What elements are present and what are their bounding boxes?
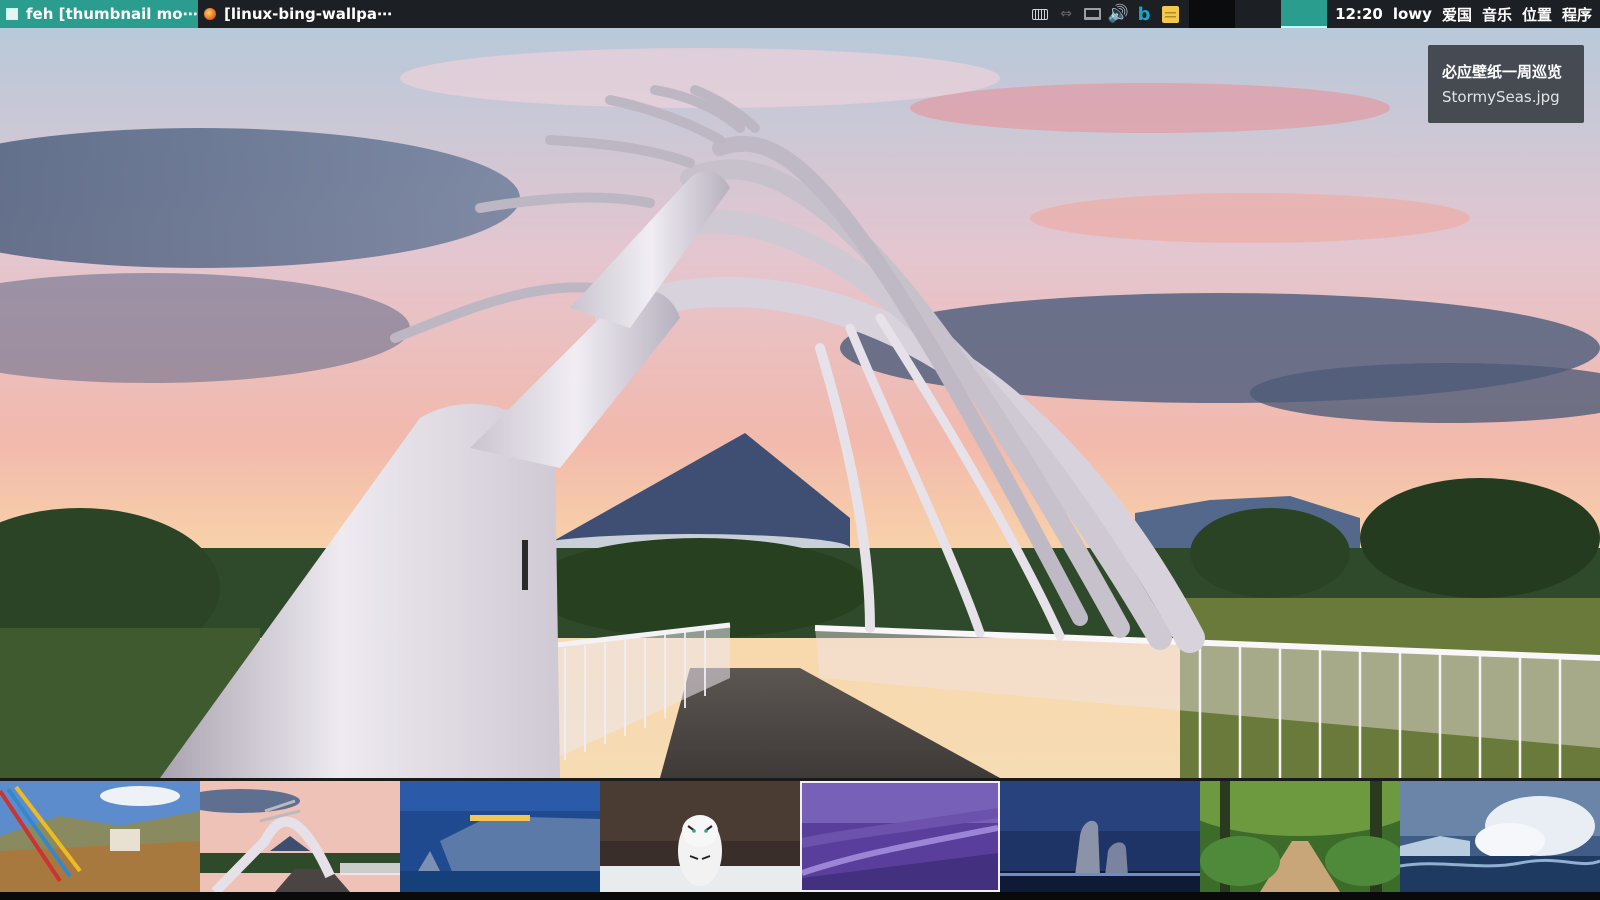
- workspace-2[interactable]: [1235, 0, 1282, 28]
- taskbar-item-label: [linux-bing-wallpa⋯: [224, 5, 392, 23]
- system-tray: ⇔ 🔊 b: [1027, 0, 1183, 28]
- workspace-3-active[interactable]: [1281, 0, 1328, 28]
- notification-body: StormySeas.jpg: [1442, 88, 1560, 106]
- thumbnail-prayer-flags-monastery[interactable]: [0, 781, 200, 892]
- taskbar-item-label: feh [thumbnail mo⋯: [26, 5, 198, 23]
- notification-popup[interactable]: 必应壁纸一周巡览 StormySeas.jpg: [1428, 45, 1584, 123]
- menu-places[interactable]: 位置: [1522, 4, 1552, 25]
- bing-icon[interactable]: b: [1133, 0, 1155, 28]
- thumbnail-coastal-cliffs-town[interactable]: [400, 781, 600, 892]
- workspace-1[interactable]: [1189, 0, 1236, 28]
- keyboard-icon[interactable]: [1029, 0, 1051, 28]
- top-panel: feh [thumbnail mo⋯ [linux-bing-wallpa⋯ ⇔…: [0, 0, 1600, 28]
- notification-title: 必应壁纸一周巡览: [1442, 63, 1563, 81]
- thumbnail-strip: [0, 778, 1600, 892]
- monitor-icon[interactable]: [1081, 0, 1103, 28]
- thumbnail-image: [1000, 781, 1200, 892]
- clock[interactable]: 12:20: [1335, 5, 1383, 23]
- thumbnail-image: [400, 781, 600, 892]
- thumbnail-image: [0, 781, 200, 892]
- network-arrows-icon[interactable]: ⇔: [1055, 0, 1077, 28]
- workspace-pager: [1189, 0, 1328, 28]
- bottom-edge: [0, 892, 1600, 900]
- thumbnail-image: [1200, 781, 1400, 892]
- taskbar-item-feh[interactable]: feh [thumbnail mo⋯: [0, 0, 198, 28]
- thumbnail-kelpies-horse-sculptures[interactable]: [1000, 781, 1200, 892]
- user-name[interactable]: lowy: [1393, 5, 1432, 23]
- wallpaper-image: [0, 28, 1600, 778]
- menu-patriotic[interactable]: 爱国: [1442, 4, 1472, 25]
- terminal-icon: [6, 8, 18, 20]
- menu-programs[interactable]: 程序: [1562, 4, 1592, 25]
- thumbnail-white-tiger-snow[interactable]: [600, 781, 800, 892]
- thumbnail-purple-aerial-valley[interactable]: [800, 781, 1000, 892]
- thumbnail-image: [1400, 781, 1600, 892]
- thumbnail-white-bridge-mountain[interactable]: [200, 781, 400, 892]
- thumbnail-forest-path-trees[interactable]: [1200, 781, 1400, 892]
- thumbnail-stormy-seas-iceberg[interactable]: [1400, 781, 1600, 892]
- thumbnail-image: [802, 783, 998, 890]
- sticky-note-icon[interactable]: [1159, 0, 1181, 28]
- thumbnail-image: [600, 781, 800, 892]
- menu-music[interactable]: 音乐: [1482, 4, 1512, 25]
- firefox-icon: [204, 8, 216, 20]
- volume-icon[interactable]: 🔊: [1107, 0, 1129, 28]
- taskbar-item-firefox[interactable]: [linux-bing-wallpa⋯: [198, 0, 392, 28]
- thumbnail-image: [200, 781, 400, 892]
